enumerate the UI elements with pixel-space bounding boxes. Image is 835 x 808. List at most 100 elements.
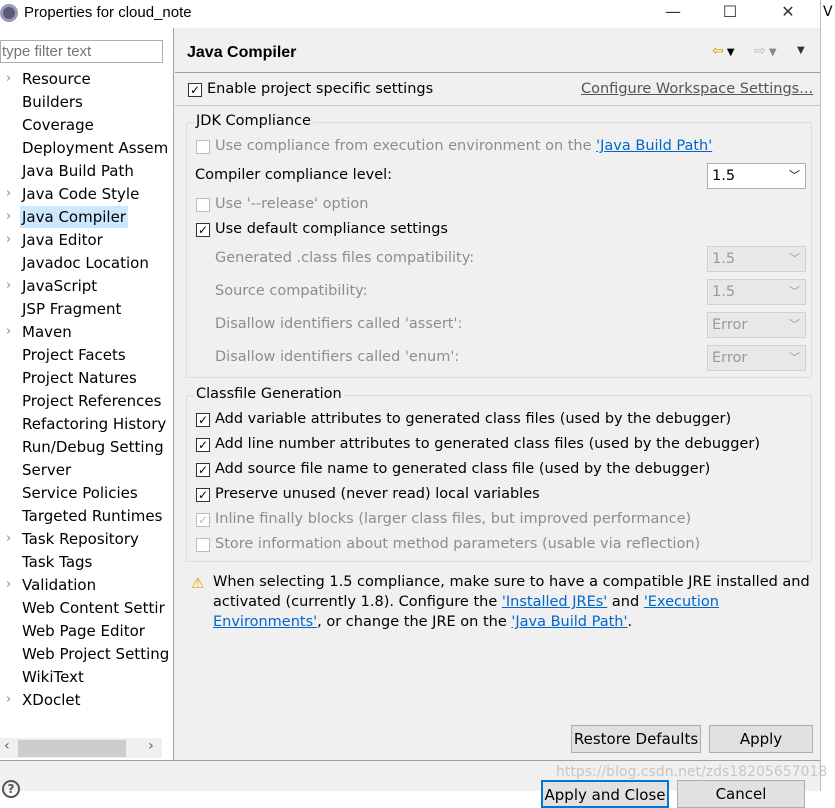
classfile-option-checkbox[interactable]: ✓ [196, 438, 210, 452]
tree-item[interactable]: Java Build Path [0, 160, 173, 182]
tree-item-label: Resource [22, 70, 91, 88]
tree-item[interactable]: › XDoclet [0, 689, 173, 711]
tree-item-label: Task Repository [22, 530, 139, 548]
classfile-option-checkbox[interactable]: ✓ [196, 513, 210, 527]
tree-item-label: Refactoring History [22, 415, 167, 433]
tree-item[interactable]: › Validation [0, 574, 173, 596]
tree-item[interactable]: › JavaScript [0, 275, 173, 297]
tree-item[interactable]: › Java Compiler [0, 206, 173, 228]
tree-item[interactable]: Builders [0, 91, 173, 113]
tree-item[interactable]: Web Content Settir [0, 597, 173, 619]
tree-item[interactable]: › Maven [0, 321, 173, 343]
tree-item[interactable]: Run/Debug Setting [0, 436, 173, 458]
java-build-path-link-2[interactable]: 'Java Build Path' [511, 614, 627, 630]
use-ee-checkbox[interactable] [196, 140, 210, 154]
tree-item-label: Builders [22, 93, 83, 111]
close-button[interactable]: ✕ [770, 2, 806, 26]
tree-item[interactable]: WikiText [0, 666, 173, 688]
tree-item-label: Java Editor [22, 231, 103, 249]
tree-item[interactable]: Refactoring History [0, 413, 173, 435]
forward-arrow-icon[interactable]: ⇨ ▼ [754, 43, 777, 59]
execution-environments-link[interactable]: 'Execution [644, 594, 719, 610]
compliance-level-select[interactable]: 1.5 ﹀ [707, 163, 806, 189]
chevron-down-icon: ﹀ [789, 318, 800, 331]
scroll-left-icon[interactable]: ‹ [4, 738, 10, 754]
tree-item[interactable]: Javadoc Location [0, 252, 173, 274]
release-checkbox[interactable] [196, 198, 210, 212]
tree-item[interactable]: Project Facets [0, 344, 173, 366]
apply-and-close-button[interactable]: Apply and Close [541, 780, 669, 808]
divider [0, 760, 820, 761]
tree-item[interactable]: JSP Fragment [0, 298, 173, 320]
help-icon[interactable]: ? [2, 780, 20, 798]
compliance-level-label: Compiler compliance level: [195, 167, 393, 183]
view-menu-icon[interactable]: ▼ [797, 45, 805, 56]
java-build-path-link[interactable]: 'Java Build Path' [596, 138, 712, 154]
chevron-right-icon[interactable]: › [6, 183, 11, 205]
compliance-option-select[interactable]: 1.5 ﹀ [707, 246, 806, 272]
tree-item-label: Targeted Runtimes [22, 507, 163, 525]
classfile-option-label: Store information about method parameter… [215, 536, 701, 552]
chevron-right-icon[interactable]: › [6, 275, 11, 297]
chevron-right-icon[interactable]: › [6, 321, 11, 343]
tree-item[interactable]: Web Project Setting [0, 643, 173, 665]
tree-item-label: Deployment Assem [22, 139, 169, 157]
classfile-option-checkbox[interactable]: ✓ [196, 488, 210, 502]
tree-item-label: Java Build Path [22, 162, 134, 180]
chevron-right-icon[interactable]: › [6, 528, 11, 550]
tree-item[interactable]: Server [0, 459, 173, 481]
tree-item-label: XDoclet [22, 691, 81, 709]
scrollbar-thumb[interactable] [18, 740, 126, 757]
cancel-button[interactable]: Cancel [677, 780, 805, 808]
filter-input[interactable] [0, 40, 163, 63]
selected-value: Error [712, 317, 748, 333]
classfile-option-checkbox[interactable]: ✓ [196, 463, 210, 477]
scroll-right-icon[interactable]: › [148, 738, 154, 754]
back-arrow-icon[interactable]: ⇦ ▼ [712, 43, 735, 59]
classfile-option-checkbox[interactable]: ✓ [196, 413, 210, 427]
compliance-option-label: Disallow identifiers called 'assert': [215, 316, 463, 332]
chevron-right-icon[interactable]: › [6, 689, 11, 711]
maximize-button[interactable]: ☐ [712, 2, 748, 26]
minimize-button[interactable]: — [655, 2, 691, 26]
divider [175, 105, 820, 106]
compliance-option-select[interactable]: Error ﹀ [707, 312, 806, 338]
configure-workspace-link[interactable]: Configure Workspace Settings... [581, 81, 813, 97]
compliance-option-select[interactable]: 1.5 ﹀ [707, 279, 806, 305]
tree-item-label: Java Code Style [22, 185, 140, 203]
tree-item[interactable]: Service Policies [0, 482, 173, 504]
tree-item[interactable]: Deployment Assem [0, 137, 173, 159]
tree-item[interactable]: › Resource [0, 68, 173, 90]
execution-environments-link-cont[interactable]: Environments' [213, 614, 317, 630]
tree-item-label: Web Project Setting [22, 645, 170, 663]
chevron-right-icon[interactable]: › [6, 574, 11, 596]
tree-item[interactable]: Web Page Editor [0, 620, 173, 642]
chevron-right-icon[interactable]: › [6, 68, 11, 90]
chevron-right-icon[interactable]: › [6, 206, 11, 228]
apply-button[interactable]: Apply [709, 725, 813, 753]
tree-item[interactable]: Targeted Runtimes [0, 505, 173, 527]
tree-item-label: Web Page Editor [22, 622, 145, 640]
warning-line3: , or change the JRE on the [317, 614, 512, 630]
tree-item[interactable]: › Task Repository [0, 528, 173, 550]
default-compliance-checkbox[interactable]: ✓ [196, 223, 210, 237]
enable-project-checkbox[interactable]: ✓ [188, 83, 202, 97]
tree-item[interactable]: Project References [0, 390, 173, 412]
tree-item[interactable]: Project Natures [0, 367, 173, 389]
chevron-right-icon[interactable]: › [6, 229, 11, 251]
tree-item[interactable]: › Java Code Style [0, 183, 173, 205]
compliance-option-select[interactable]: Error ﹀ [707, 345, 806, 371]
tree-item-label: Project Natures [22, 369, 137, 387]
tree-item[interactable]: › Java Editor [0, 229, 173, 251]
classfile-option-checkbox[interactable] [196, 538, 210, 552]
restore-defaults-button[interactable]: Restore Defaults [571, 725, 701, 753]
installed-jres-link[interactable]: 'Installed JREs' [502, 594, 607, 610]
selected-value: 1.5 [712, 251, 736, 267]
tree-item-label: Run/Debug Setting [22, 438, 164, 456]
tree-item[interactable]: Coverage [0, 114, 173, 136]
tree-item-label: Web Content Settir [22, 599, 165, 617]
tree-item-label: Server [22, 461, 72, 479]
tree-item[interactable]: Task Tags [0, 551, 173, 573]
group-label: JDK Compliance [194, 113, 313, 129]
page-title: Java Compiler [187, 44, 297, 61]
